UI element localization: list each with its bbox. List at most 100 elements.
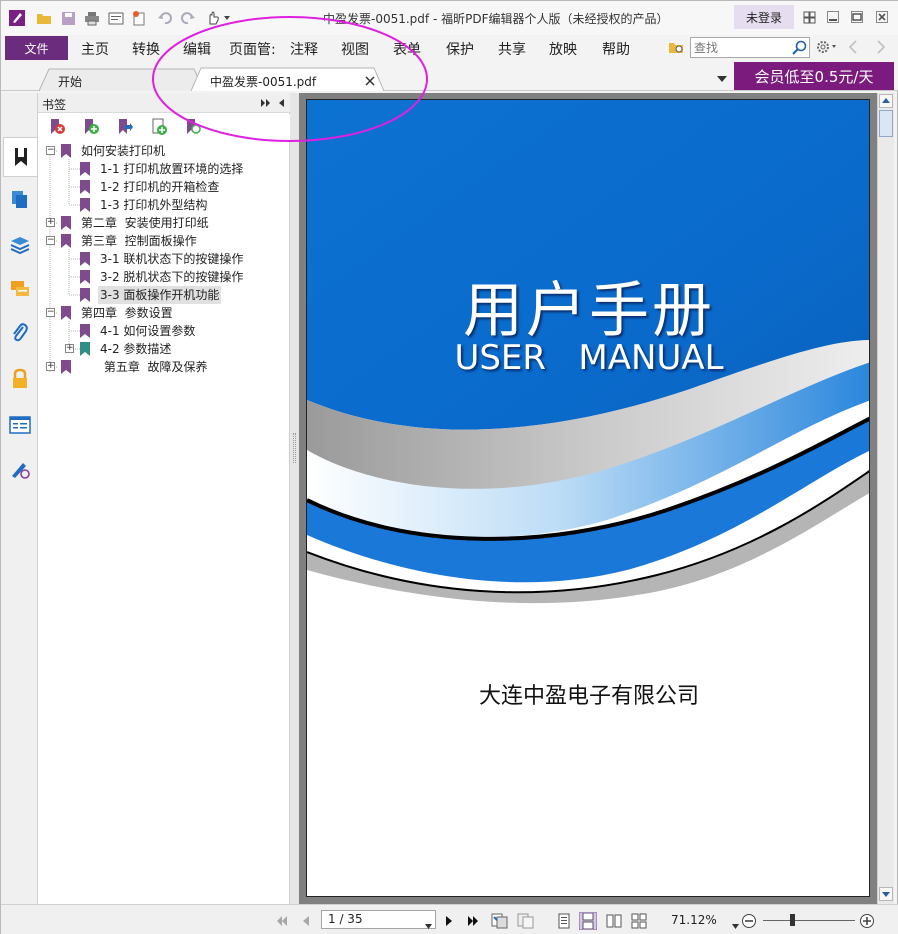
undo-icon[interactable]	[156, 9, 174, 27]
panel-splitter[interactable]	[290, 93, 299, 904]
navigation-side-strip	[1, 93, 38, 904]
collapse-node-icon[interactable]: −	[46, 146, 55, 155]
login-button[interactable]: 未登录	[734, 5, 794, 29]
splitter-grip	[293, 433, 296, 463]
menu-page-manage[interactable]: 页面管:	[229, 39, 276, 59]
pages-thumbnail-icon[interactable]	[7, 185, 33, 213]
zoom-slider-thumb[interactable]	[790, 914, 795, 926]
close-window-icon[interactable]	[874, 9, 890, 25]
new-icon[interactable]	[130, 9, 148, 27]
menu-home[interactable]: 主页	[81, 39, 109, 59]
vertical-scrollbar[interactable]	[877, 93, 894, 904]
redo-icon[interactable]	[179, 9, 197, 27]
single-page-view-icon[interactable]	[555, 912, 573, 930]
menu-comment[interactable]: 注释	[290, 39, 318, 59]
scroll-up-arrow[interactable]	[879, 94, 893, 108]
content-panel-icon[interactable]	[7, 411, 33, 439]
expand-node-icon[interactable]: +	[46, 362, 55, 371]
new-bookmark-page-icon[interactable]	[150, 118, 170, 138]
bookmark-item[interactable]: + 第二章 安装使用打印纸	[38, 214, 290, 232]
nav-back-icon[interactable]	[848, 40, 858, 57]
collapse-panel-icon[interactable]	[277, 97, 285, 111]
layers-icon[interactable]	[7, 231, 33, 259]
menu-form[interactable]: 表单	[393, 39, 421, 59]
menu-view[interactable]: 视图	[341, 39, 369, 59]
member-promo-banner[interactable]: 会员低至0.5元/天	[734, 62, 894, 90]
scroll-down-arrow[interactable]	[879, 887, 893, 901]
expand-panel-icon[interactable]	[260, 97, 272, 111]
bookmark-item[interactable]: − 第四章 参数设置	[38, 304, 290, 322]
window-title: 中盈发票-0051.pdf - 福昕PDF编辑器个人版（未经授权的产品）	[323, 12, 669, 26]
collapse-node-icon[interactable]: −	[46, 308, 55, 317]
bookmark-item[interactable]: +4-2 参数描述	[38, 340, 290, 358]
close-tab-icon[interactable]	[365, 75, 375, 89]
zoom-out-icon[interactable]	[740, 912, 758, 930]
last-page-icon[interactable]	[464, 912, 482, 930]
paste-page-icon[interactable]	[517, 912, 535, 930]
zoom-level[interactable]: 71.12%	[671, 913, 717, 927]
add-bookmark-icon[interactable]	[82, 118, 102, 138]
expand-node-icon[interactable]: +	[65, 344, 74, 353]
bookmark-item[interactable]: 1-3 打印机外型结构	[38, 196, 290, 214]
menu-help[interactable]: 帮助	[602, 39, 630, 59]
menu-convert[interactable]: 转换	[132, 39, 160, 59]
zoom-slider-track[interactable]	[763, 920, 855, 921]
bookmark-item[interactable]: 1-1 打印机放置环境的选择	[38, 160, 290, 178]
bookmark-item[interactable]: + 第五章 故障及保养	[38, 358, 290, 376]
minimize-icon[interactable]	[825, 9, 841, 25]
maximize-icon[interactable]	[849, 9, 865, 25]
zoom-in-icon[interactable]	[858, 912, 876, 930]
search-input[interactable]	[694, 39, 790, 56]
menu-slideshow[interactable]: 放映	[549, 39, 577, 59]
bookmark-panel-tab-icon[interactable]	[3, 137, 37, 177]
ribbon-options-icon[interactable]	[801, 9, 817, 25]
next-page-icon[interactable]	[440, 912, 458, 930]
search-icon[interactable]	[792, 40, 807, 58]
collapse-node-icon[interactable]: −	[46, 236, 55, 245]
first-page-icon[interactable]	[273, 912, 291, 930]
bookmark-label: 3-2 脱机状态下的按键操作	[100, 270, 244, 284]
comments-icon[interactable]	[7, 275, 33, 303]
tab-list-dropdown-icon[interactable]	[717, 72, 727, 86]
continuous-facing-view-icon[interactable]	[630, 912, 648, 930]
bookmark-item[interactable]: 4-1 如何设置参数	[38, 322, 290, 340]
properties-icon[interactable]	[107, 9, 125, 27]
bookmark-item[interactable]: 3-2 脱机状态下的按键操作	[38, 268, 290, 286]
search-field[interactable]	[690, 37, 810, 58]
signature-icon[interactable]	[7, 455, 33, 483]
bookmark-panel-header: 书签	[38, 93, 290, 113]
expand-node-icon[interactable]: +	[46, 218, 55, 227]
security-lock-icon[interactable]	[7, 365, 33, 393]
settings-gear-icon[interactable]	[815, 39, 837, 58]
print-icon[interactable]	[83, 9, 101, 27]
bookmark-item[interactable]: 3-3 面板操作开机功能	[38, 286, 290, 304]
previous-page-icon[interactable]	[297, 912, 315, 930]
copy-page-icon[interactable]	[491, 912, 509, 930]
bookmark-item[interactable]: 3-1 联机状态下的按键操作	[38, 250, 290, 268]
bookmark-flag-icon	[80, 324, 90, 338]
attachment-icon[interactable]	[7, 319, 33, 347]
quick-access-dropdown-icon[interactable]	[220, 9, 234, 27]
zoom-dropdown-icon[interactable]	[732, 918, 739, 932]
menu-protect[interactable]: 保护	[446, 39, 474, 59]
file-menu-button[interactable]: 文件	[5, 36, 68, 60]
bookmark-item[interactable]: − 如何安装打印机	[38, 142, 290, 160]
menu-share[interactable]: 共享	[498, 39, 526, 59]
continuous-view-icon[interactable]	[579, 912, 597, 930]
bookmark-item[interactable]: 1-2 打印机的开箱检查	[38, 178, 290, 196]
menu-edit[interactable]: 编辑	[183, 39, 211, 59]
bookmark-flag-icon	[61, 234, 71, 248]
find-folder-icon[interactable]	[668, 40, 685, 58]
document-view[interactable]: 用户手册 USER MANUAL 大连中盈电子有限公司	[299, 93, 877, 904]
scroll-thumb[interactable]	[879, 110, 893, 137]
open-icon[interactable]	[35, 9, 53, 27]
bookmark-item[interactable]: − 第三章 控制面板操作	[38, 232, 290, 250]
page-number-field[interactable]: 1 / 35	[321, 910, 436, 929]
bookmark-search-icon[interactable]	[184, 118, 204, 138]
save-icon[interactable]	[59, 9, 77, 27]
page-dropdown-icon[interactable]	[425, 917, 432, 934]
delete-bookmark-icon[interactable]	[48, 118, 68, 138]
go-to-bookmark-icon[interactable]	[116, 118, 136, 138]
nav-forward-icon[interactable]	[876, 40, 886, 57]
facing-view-icon[interactable]	[605, 912, 623, 930]
